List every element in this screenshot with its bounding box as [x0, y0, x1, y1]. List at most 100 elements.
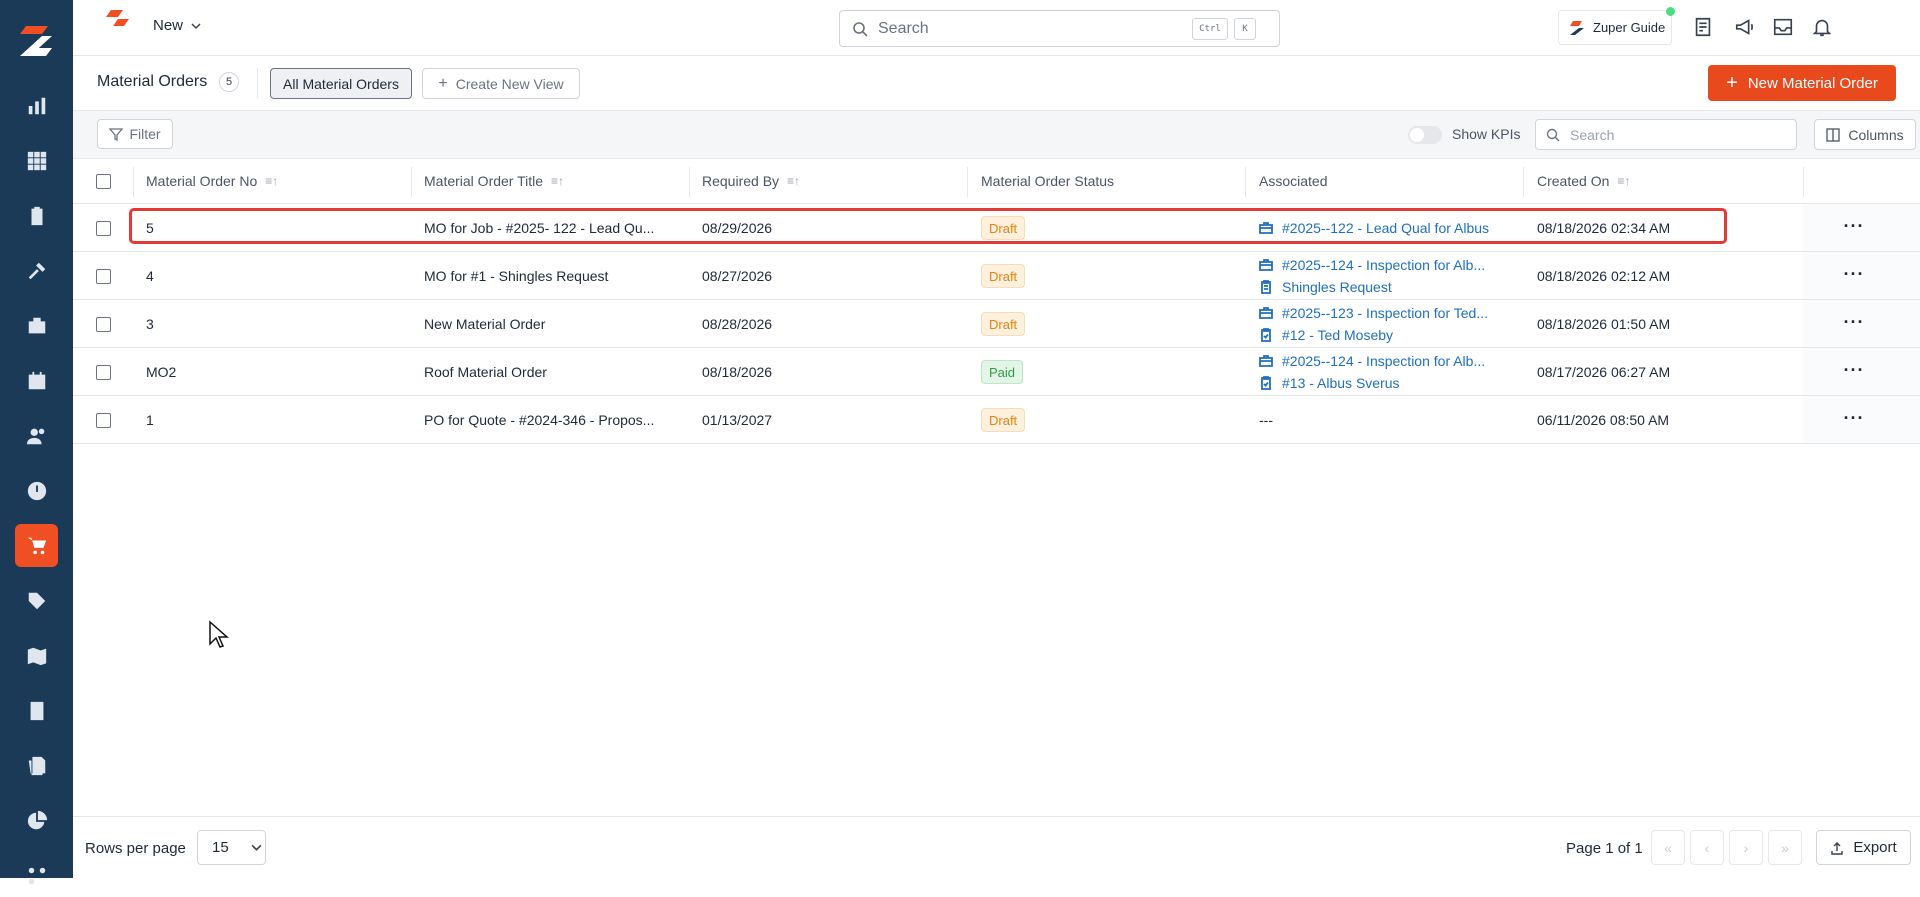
table-row[interactable]: 3 New Material Order 08/28/2026 Draft #2…: [73, 300, 1920, 348]
inbox-button[interactable]: [1770, 14, 1796, 40]
status-badge: Paid: [981, 360, 1024, 384]
associated-link-job[interactable]: #2025--123 - Inspection for Ted...: [1259, 305, 1488, 321]
sidebar-item-products[interactable]: [15, 579, 58, 622]
divider: [257, 68, 258, 98]
row-checkbox[interactable]: [96, 317, 111, 332]
documents-icon: [28, 756, 45, 775]
sidebar-item-apps[interactable]: [15, 139, 58, 182]
status-dot: [1666, 7, 1675, 16]
associated-link-label: #12 - Ted Moseby: [1282, 327, 1394, 343]
associated-link-job[interactable]: #2025--124 - Inspection for Alb...: [1259, 353, 1485, 369]
order-title-cell[interactable]: MO for Job - #2025- 122 - Lead Qu...: [424, 220, 682, 236]
show-kpis-toggle[interactable]: [1408, 126, 1442, 144]
column-header-associated[interactable]: Associated: [1259, 173, 1327, 189]
calculator-icon: [30, 701, 43, 720]
sidebar-item-documents[interactable]: [15, 744, 58, 787]
column-header-title[interactable]: Material Order Title ≡↑: [424, 173, 564, 189]
order-title-cell[interactable]: PO for Quote - #2024-346 - Propos...: [424, 412, 682, 428]
zuper-guide-label: Zuper Guide: [1593, 20, 1666, 35]
new-material-order-button[interactable]: + New Material Order: [1708, 65, 1896, 101]
associated-link-job[interactable]: #2025--122 - Lead Qual for Albus: [1259, 220, 1489, 236]
announcements-button[interactable]: [1732, 14, 1758, 40]
order-title-cell[interactable]: New Material Order: [424, 316, 682, 332]
created-on-cell: 08/17/2026 06:27 AM: [1537, 364, 1671, 380]
clipboard-check-icon: [1261, 376, 1271, 390]
required-by-cell: 08/29/2026: [702, 220, 773, 236]
associated-link-quote[interactable]: #13 - Albus Sverus: [1259, 375, 1400, 391]
sidebar-item-material-orders[interactable]: [15, 524, 58, 567]
export-button[interactable]: Export: [1816, 830, 1911, 865]
status-badge: Draft: [981, 408, 1026, 432]
table-row[interactable]: 1 PO for Quote - #2024-346 - Propos... 0…: [73, 396, 1920, 444]
row-actions-button[interactable]: ···: [1844, 408, 1864, 429]
row-actions-button[interactable]: ···: [1844, 216, 1864, 237]
row-actions-button[interactable]: ···: [1844, 264, 1864, 285]
row-checkbox[interactable]: [96, 221, 111, 236]
table-search-input[interactable]: Search: [1535, 119, 1797, 150]
calendar-icon: [28, 371, 45, 389]
columns-button[interactable]: Columns: [1814, 119, 1916, 150]
new-label: New: [153, 17, 184, 34]
bell-icon: [1812, 19, 1832, 37]
rows-per-page-select[interactable]: 15: [197, 830, 266, 865]
sidebar-item-projects[interactable]: [15, 304, 58, 347]
first-page-button[interactable]: «: [1651, 830, 1685, 865]
chevron-down-icon: [251, 844, 262, 851]
associated-link-label: #2025--124 - Inspection for Alb...: [1282, 353, 1486, 369]
row-actions-button[interactable]: ···: [1844, 360, 1864, 381]
checklist-button[interactable]: [1690, 14, 1716, 40]
tab-all-material-orders[interactable]: All Material Orders: [270, 68, 412, 99]
sidebar-item-reports[interactable]: [15, 799, 58, 842]
row-actions-button[interactable]: ···: [1844, 312, 1864, 333]
rows-per-page-label: Rows per page: [85, 840, 186, 857]
filter-button[interactable]: Filter: [97, 119, 173, 149]
briefcase-icon: [1259, 307, 1273, 319]
associated-link-job[interactable]: #2025--124 - Inspection for Alb...: [1259, 257, 1485, 273]
search-placeholder: Search: [878, 19, 929, 37]
create-new-view-button[interactable]: + Create New View: [422, 68, 580, 99]
sidebar-item-requests[interactable]: [15, 194, 58, 237]
select-all-checkbox[interactable]: [96, 174, 111, 189]
columns-icon: [1826, 127, 1841, 142]
sidebar-item-workflow[interactable]: [15, 854, 58, 897]
associated-link-quote[interactable]: #12 - Ted Moseby: [1259, 327, 1393, 343]
sidebar-item-estimates[interactable]: [15, 689, 58, 732]
mouse-cursor-icon: [209, 620, 229, 648]
column-header-created-on[interactable]: Created On ≡↑: [1537, 173, 1630, 189]
sidebar-item-map[interactable]: [15, 634, 58, 677]
next-page-button[interactable]: ›: [1729, 830, 1763, 865]
associated-link-request[interactable]: Shingles Request: [1259, 279, 1392, 295]
column-header-label: Material Order Status: [981, 173, 1115, 189]
sidebar-item-dashboard[interactable]: [15, 84, 58, 127]
order-title-cell[interactable]: Roof Material Order: [424, 364, 682, 380]
filter-icon: [109, 128, 124, 141]
row-checkbox[interactable]: [96, 413, 111, 428]
column-header-required-by[interactable]: Required By ≡↑: [702, 173, 800, 189]
prev-page-button[interactable]: ‹: [1690, 830, 1724, 865]
created-on-cell: 08/18/2026 02:34 AM: [1537, 220, 1671, 236]
sidebar-item-jobs[interactable]: [15, 249, 58, 292]
table-row[interactable]: MO2 Roof Material Order 08/18/2026 Paid …: [73, 348, 1920, 396]
table-row[interactable]: 4 MO for #1 - Shingles Request 08/27/202…: [73, 252, 1920, 300]
sidebar-item-timesheets[interactable]: [15, 469, 58, 512]
notifications-button[interactable]: [1809, 14, 1835, 40]
pie-chart-icon: [27, 810, 47, 829]
global-search-input[interactable]: Search Ctrl K: [839, 10, 1280, 47]
zuper-guide-button[interactable]: Zuper Guide: [1558, 7, 1675, 45]
required-by-cell: 08/27/2026: [702, 268, 773, 284]
table-row[interactable]: 5 MO for Job - #2025- 122 - Lead Qu... 0…: [73, 204, 1920, 252]
order-title-cell[interactable]: MO for #1 - Shingles Request: [424, 268, 682, 284]
kbd-ctrl: Ctrl: [1192, 18, 1228, 40]
row-checkbox[interactable]: [96, 269, 111, 284]
new-dropdown-button[interactable]: New: [153, 17, 201, 34]
last-page-button[interactable]: »: [1768, 830, 1802, 865]
table-search-placeholder: Search: [1570, 126, 1615, 143]
sidebar-item-customers[interactable]: [15, 414, 58, 457]
column-header-order-no[interactable]: Material Order No ≡↑: [146, 173, 278, 189]
checklist-icon: [1695, 17, 1711, 37]
zuper-logo-icon[interactable]: [16, 22, 56, 62]
created-on-cell: 08/18/2026 01:50 AM: [1537, 316, 1671, 332]
column-header-status[interactable]: Material Order Status: [981, 173, 1114, 189]
sidebar-item-scheduler[interactable]: [15, 359, 58, 402]
row-checkbox[interactable]: [96, 365, 111, 380]
